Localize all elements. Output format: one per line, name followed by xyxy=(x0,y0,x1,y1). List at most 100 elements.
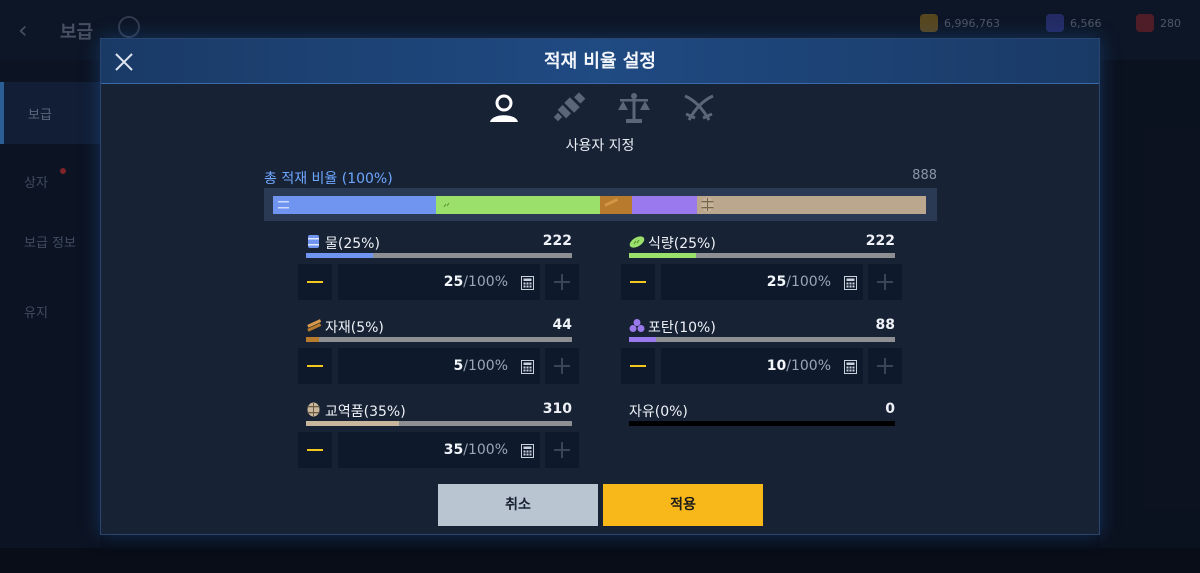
resource-ratio-fill xyxy=(306,253,373,258)
increase-button[interactable] xyxy=(545,348,579,384)
decrease-button[interactable] xyxy=(298,348,332,384)
resource-header: 포탄(10%) 88 xyxy=(629,317,895,336)
ratio-value: 5 xyxy=(453,358,464,374)
resource-amount: 88 xyxy=(875,317,895,333)
resource-amount: 0 xyxy=(885,401,895,417)
load-ratio-dialog: 적재 비율 설정 사용자 지정 총 적재 비율 (100%) 888 물(25%… xyxy=(100,38,1100,535)
tab-explore[interactable] xyxy=(536,91,601,127)
resource-ratio-fill xyxy=(629,337,656,342)
ratio-stepper: 10/100% xyxy=(621,348,902,384)
ratio-value: 25 xyxy=(766,274,787,290)
tab-custom[interactable] xyxy=(471,91,536,127)
segment-water xyxy=(273,196,437,214)
ratio-stepper: 25/100% xyxy=(621,264,902,300)
wood-planks-icon xyxy=(603,197,619,213)
bread-icon xyxy=(629,234,645,249)
tab-combat[interactable] xyxy=(666,91,731,127)
calculator-icon[interactable] xyxy=(521,275,534,290)
ratio-input[interactable]: 35/100% xyxy=(338,432,540,468)
segment-food xyxy=(436,196,600,214)
resource-ratio-bar xyxy=(629,421,895,426)
calculator-icon[interactable] xyxy=(844,275,857,290)
close-icon xyxy=(115,53,133,71)
apply-button[interactable]: 적용 xyxy=(603,484,763,526)
resource-ratio-bar xyxy=(306,337,572,342)
calculator-icon[interactable] xyxy=(521,443,534,458)
trade-barrel-icon xyxy=(700,197,716,213)
calculator-icon[interactable] xyxy=(521,359,534,374)
scales-icon xyxy=(617,93,650,123)
ratio-input[interactable]: 5/100% xyxy=(338,348,540,384)
segment-trade xyxy=(697,196,926,214)
resource-header: 자재(5%) 44 xyxy=(306,317,572,336)
wood-planks-icon xyxy=(306,318,322,333)
resource-name: 식량(25%) xyxy=(648,236,716,252)
resource-ratio-bar xyxy=(629,337,895,342)
ratio-suffix: /100% xyxy=(463,274,508,290)
dialog-title: 적재 비율 설정 xyxy=(544,51,656,72)
ratio-input[interactable]: 10/100% xyxy=(661,348,863,384)
total-ratio-label: 총 적재 비율 (100%) xyxy=(264,171,393,187)
resource-name: 교역품(35%) xyxy=(325,404,406,420)
resource-header: 물(25%) 222 xyxy=(306,233,572,252)
increase-button[interactable] xyxy=(868,264,902,300)
segment-material xyxy=(599,196,633,214)
ratio-input[interactable]: 25/100% xyxy=(338,264,540,300)
resource-ratio-bar xyxy=(629,253,895,258)
resource-header: 교역품(35%) 310 xyxy=(306,401,572,420)
tab-balanced[interactable] xyxy=(601,91,666,127)
decrease-button[interactable] xyxy=(298,432,332,468)
ratio-value: 25 xyxy=(443,274,464,290)
decrease-button[interactable] xyxy=(621,264,655,300)
resource-amount: 310 xyxy=(542,401,572,417)
total-ratio-segments xyxy=(273,196,926,214)
crossed-swords-icon xyxy=(683,94,714,121)
resource-ratio-fill xyxy=(629,253,696,258)
resource-name: 물(25%) xyxy=(325,236,380,252)
calculator-icon[interactable] xyxy=(844,359,857,374)
resource-header: 자유(0%) 0 xyxy=(629,401,895,420)
resource-amount: 44 xyxy=(552,317,572,333)
ratio-stepper: 5/100% xyxy=(298,348,579,384)
dialog-header: 적재 비율 설정 xyxy=(101,39,1099,84)
ratio-value: 10 xyxy=(766,358,787,374)
decrease-button[interactable] xyxy=(298,264,332,300)
water-barrel-icon xyxy=(306,234,321,249)
resource-ratio-fill xyxy=(306,337,320,342)
water-barrel-icon xyxy=(276,197,292,213)
user-icon xyxy=(489,94,518,122)
cannonballs-icon xyxy=(635,197,651,213)
resource-name: 자유(0%) xyxy=(629,404,688,420)
ratio-suffix: /100% xyxy=(463,358,508,374)
mode-label: 사용자 지정 xyxy=(565,138,635,154)
resource-amount: 222 xyxy=(865,233,895,249)
ratio-suffix: /100% xyxy=(786,358,831,374)
ratio-value: 35 xyxy=(443,442,464,458)
trade-barrel-icon xyxy=(306,402,321,417)
total-capacity-value: 888 xyxy=(912,168,937,183)
segment-ammo xyxy=(632,196,698,214)
cancel-button[interactable]: 취소 xyxy=(438,484,598,526)
ratio-input[interactable]: 25/100% xyxy=(661,264,863,300)
resource-name: 포탄(10%) xyxy=(648,320,716,336)
resource-ratio-bar xyxy=(306,253,572,258)
mode-tabs xyxy=(471,91,731,127)
increase-button[interactable] xyxy=(868,348,902,384)
ratio-suffix: /100% xyxy=(786,274,831,290)
resource-ratio-fill xyxy=(306,421,400,426)
spyglass-icon xyxy=(553,92,585,122)
increase-button[interactable] xyxy=(545,264,579,300)
ratio-stepper: 25/100% xyxy=(298,264,579,300)
resource-header: 식량(25%) 222 xyxy=(629,233,895,252)
bread-icon xyxy=(439,197,455,213)
resource-ratio-bar xyxy=(306,421,572,426)
resource-amount: 222 xyxy=(542,233,572,249)
close-button[interactable] xyxy=(111,49,137,75)
decrease-button[interactable] xyxy=(621,348,655,384)
resource-name: 자재(5%) xyxy=(325,320,384,336)
cannonballs-icon xyxy=(629,318,645,333)
total-ratio-bar xyxy=(264,188,937,221)
ratio-stepper: 35/100% xyxy=(298,432,579,468)
ratio-suffix: /100% xyxy=(463,442,508,458)
increase-button[interactable] xyxy=(545,432,579,468)
